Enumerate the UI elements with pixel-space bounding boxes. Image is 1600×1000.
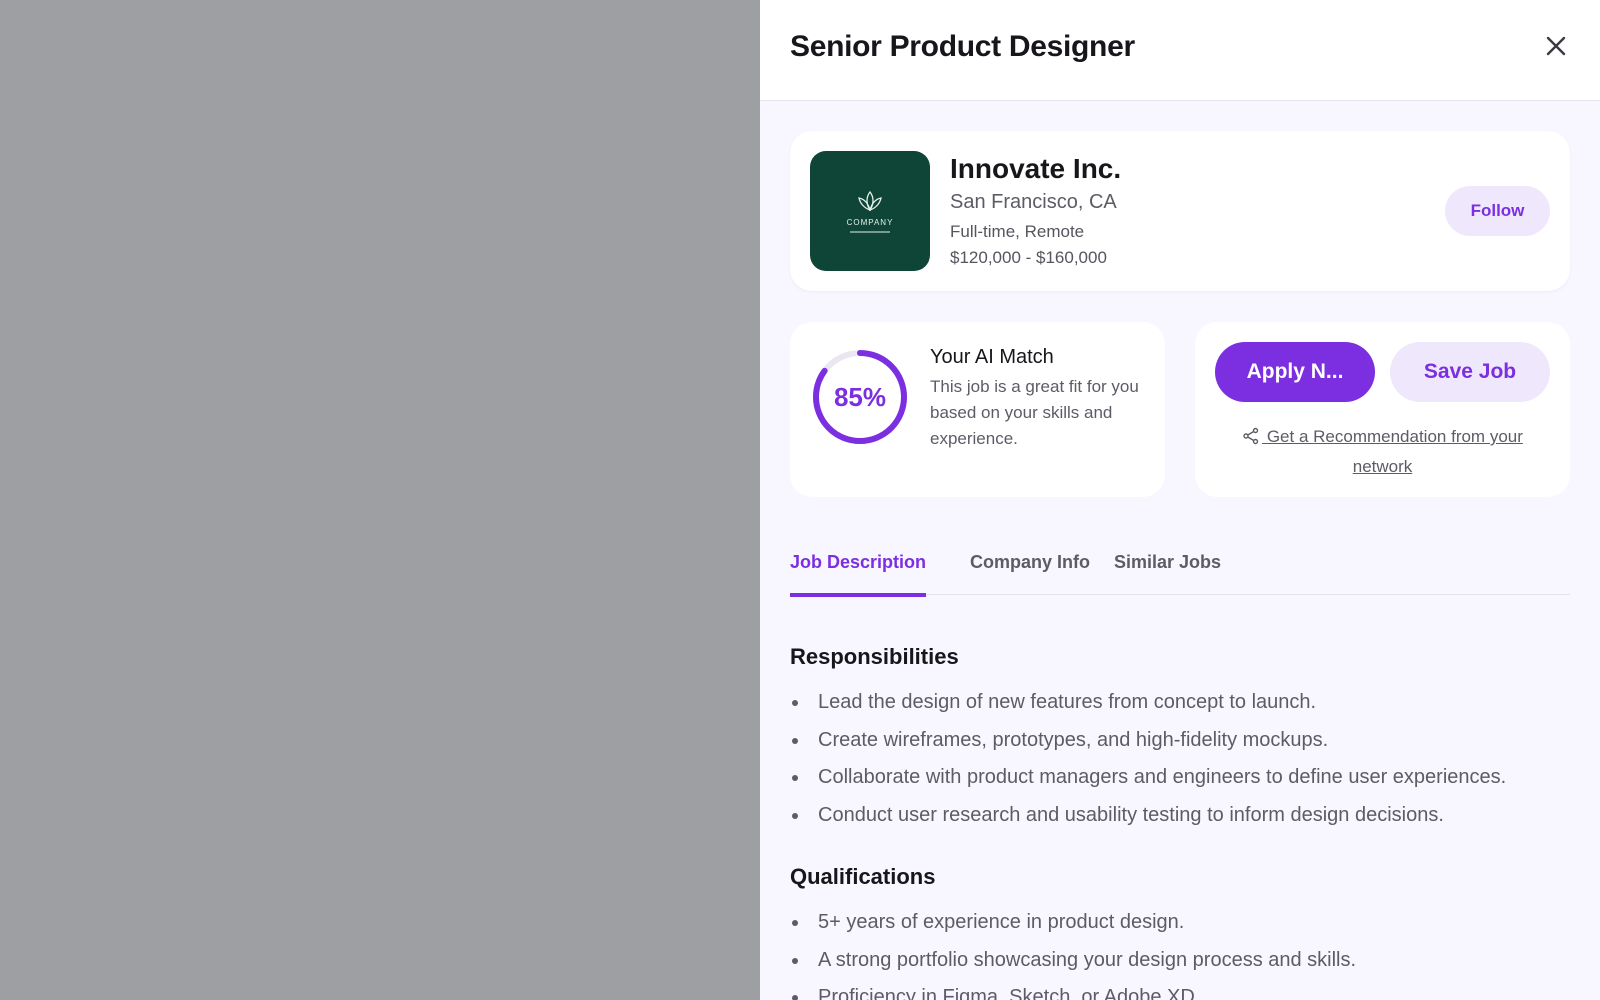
- match-percent: 85%: [833, 381, 887, 412]
- ai-match-card: 85% Your AI Match This job is a great fi…: [790, 322, 1165, 497]
- match-title: Your AI Match: [930, 346, 1054, 368]
- list-item: Lead the design of new features from con…: [790, 688, 1580, 726]
- tab-similar-jobs[interactable]: Similar Jobs: [1114, 552, 1221, 593]
- save-job-button[interactable]: Save Job: [1390, 342, 1550, 402]
- close-button[interactable]: [1542, 32, 1570, 60]
- logo-text: COMPANY: [846, 217, 894, 227]
- tab-job-description[interactable]: Job Description: [790, 552, 927, 597]
- job-detail-drawer: Senior Product Designer COMPANY Innovate…: [760, 0, 1600, 1000]
- share-icon: [1243, 427, 1259, 445]
- responsibilities-heading: Responsibilities: [790, 644, 959, 669]
- list-item: Collaborate with product managers and en…: [790, 763, 1580, 801]
- salary-range: $120,000 - $160,000: [950, 248, 1107, 267]
- logo-divider: [850, 230, 890, 233]
- company-name[interactable]: Innovate Inc.: [950, 153, 1121, 185]
- company-location: San Francisco, CA: [950, 191, 1117, 213]
- job-type: Full-time, Remote: [950, 222, 1085, 241]
- match-description: This job is a great fit for you based on…: [930, 377, 1139, 448]
- drawer-header: Senior Product Designer: [760, 0, 1600, 101]
- recommendation-link-label: Get a Recommendation from your network: [1262, 427, 1523, 476]
- follow-button[interactable]: Follow: [1445, 186, 1550, 236]
- lotus-icon: [858, 190, 882, 211]
- actions-card: Apply N... Save Job Get a Recommendation…: [1195, 322, 1570, 497]
- job-title: Senior Product Designer: [790, 30, 1135, 63]
- company-logo: COMPANY: [810, 151, 930, 271]
- apply-now-button[interactable]: Apply N...: [1215, 342, 1375, 402]
- qualifications-heading: Qualifications: [790, 864, 936, 889]
- backdrop-overlay[interactable]: [0, 0, 760, 1000]
- recommendation-link[interactable]: Get a Recommendation from your network: [1215, 422, 1550, 482]
- list-item: 5+ years of experience in product design…: [790, 908, 1580, 946]
- list-item: A strong portfolio showcasing your desig…: [790, 946, 1580, 984]
- qualifications-list: 5+ years of experience in product design…: [790, 908, 1580, 1000]
- list-item: Create wireframes, prototypes, and high-…: [790, 726, 1580, 764]
- list-item: Conduct user research and usability test…: [790, 801, 1580, 839]
- job-tabs: Job Description Company Info Similar Job…: [790, 540, 1570, 597]
- responsibilities-list: Lead the design of new features from con…: [790, 688, 1580, 838]
- company-card: COMPANY Innovate Inc. San Francisco, CA …: [790, 131, 1570, 291]
- tab-company-info[interactable]: Company Info: [970, 552, 1090, 593]
- list-item: Proficiency in Figma, Sketch, or Adobe X…: [790, 983, 1580, 1000]
- close-icon: [1546, 36, 1566, 56]
